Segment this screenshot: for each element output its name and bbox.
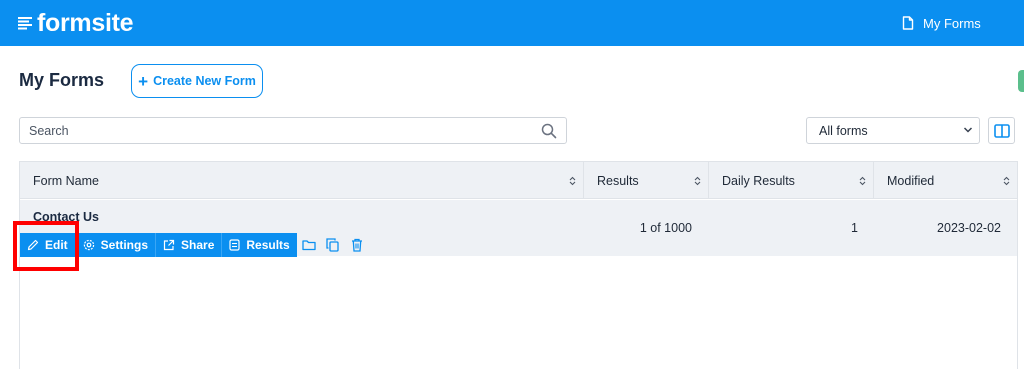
sort-icon [694,176,701,186]
columns-icon [993,123,1010,138]
table-row[interactable]: Contact Us 1 of 1000 1 2023-02-02 Edit S… [20,200,1017,257]
side-tab[interactable] [1018,70,1024,92]
create-new-form-button[interactable]: + Create New Form [131,64,263,98]
share-icon [163,239,175,251]
column-label: Form Name [33,173,99,188]
settings-button[interactable]: Settings [74,233,156,257]
plus-icon: + [138,71,149,91]
page-title: My Forms [19,70,105,90]
document-icon [902,16,914,30]
brand-logo[interactable]: formsite [18,9,134,37]
share-label: Share [181,238,215,252]
search-icon[interactable] [541,123,557,139]
results-button[interactable]: Results [221,233,297,257]
sort-icon [569,176,576,186]
copy-icon [326,238,339,252]
column-header-results[interactable]: Results [584,162,709,199]
forms-filter-select[interactable]: All forms [806,117,980,144]
column-layout-button[interactable] [988,117,1015,144]
results-label: Results [246,238,290,252]
results-count: 1 of 1000 [639,221,692,235]
column-label: Daily Results [722,173,795,188]
column-label: Modified [887,173,935,188]
table-header: Form Name Results Daily Results Modified [20,162,1017,199]
modified-date: 2023-02-02 [937,221,1001,235]
nav-my-forms[interactable]: My Forms [902,13,981,33]
chevron-down-icon [963,127,973,133]
search-box [19,117,567,144]
duplicate-button[interactable] [321,233,345,257]
column-header-modified[interactable]: Modified [874,162,1017,199]
trash-icon [351,238,362,252]
forms-table: Form Name Results Daily Results Modified… [19,161,1018,369]
search-input[interactable] [20,118,530,143]
column-label: Results [597,173,639,188]
edit-label: Edit [45,238,68,252]
results-doc-icon [229,239,240,251]
daily-results-count: 1 [851,221,858,235]
gear-icon [83,239,94,251]
logo-lines-icon [18,17,32,30]
delete-button[interactable] [345,233,369,257]
column-header-form-name[interactable]: Form Name [20,162,584,199]
forms-filter-value: All forms [819,123,868,138]
form-name[interactable]: Contact Us [33,210,99,224]
sort-icon [859,176,866,186]
nav-my-forms-label: My Forms [923,15,981,31]
row-actions: Edit Settings Share Results [20,233,369,257]
settings-label: Settings [100,238,149,252]
column-header-daily-results[interactable]: Daily Results [709,162,874,199]
sort-icon [1003,176,1010,186]
create-new-form-label: Create New Form [153,74,256,88]
brand-name: formsite [37,9,134,37]
pencil-icon [27,239,39,251]
folder-icon [302,240,316,251]
share-button[interactable]: Share [155,233,222,257]
move-to-folder-button[interactable] [297,233,321,257]
top-bar: formsite My Forms [0,0,1024,46]
edit-button[interactable]: Edit [20,233,75,257]
